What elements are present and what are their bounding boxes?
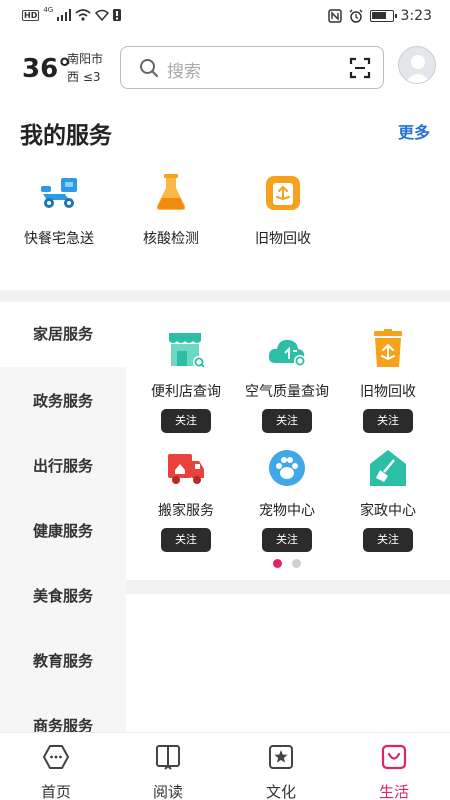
section-divider — [0, 290, 450, 302]
signal-type: 4G — [43, 6, 54, 14]
follow-button[interactable]: 关注 — [161, 528, 211, 552]
tab-label: 文化 — [265, 783, 296, 800]
panel-divider — [126, 580, 450, 594]
signal-icon — [57, 9, 72, 21]
category-health-services[interactable]: 健康服务 — [0, 499, 126, 564]
quick-service-label: 快餐宅急送 — [24, 231, 94, 247]
category-travel-services[interactable]: 出行服务 — [0, 434, 126, 499]
service-air-quality[interactable]: 空气质量查询 关注 — [233, 329, 341, 433]
weather-info: 南阳市 西 ≤3 — [67, 50, 103, 86]
category-education-services[interactable]: 教育服务 — [0, 629, 126, 694]
header: 36° 南阳市 西 ≤3 搜索 — [0, 44, 450, 92]
store-icon — [169, 333, 205, 368]
tab-home[interactable]: 首页 — [0, 743, 112, 800]
tab-culture[interactable]: 文化 — [225, 743, 337, 800]
quick-service-nucleic-test[interactable]: 核酸检测 — [116, 172, 226, 248]
category-food-services[interactable]: 美食服务 — [0, 564, 126, 629]
quick-service-label: 旧物回收 — [255, 231, 311, 247]
category-home-services[interactable]: 家居服务 — [0, 302, 126, 367]
follow-button[interactable]: 关注 — [262, 409, 312, 433]
service-pet-center[interactable]: 宠物中心 关注 — [233, 448, 341, 552]
tab-reading[interactable]: 阅读 — [112, 743, 224, 800]
wifi-icon — [75, 9, 91, 21]
home-icon — [43, 745, 69, 769]
user-avatar-icon — [405, 55, 431, 83]
follow-button[interactable]: 关注 — [161, 409, 211, 433]
service-label: 空气质量查询 — [245, 384, 329, 400]
alert-icon — [113, 9, 122, 21]
tab-label: 生活 — [378, 783, 409, 800]
service-label: 家政中心 — [360, 503, 416, 519]
search-bar[interactable]: 搜索 — [120, 46, 384, 89]
tab-life[interactable]: 生活 — [338, 743, 450, 800]
test-tube-icon — [156, 174, 186, 210]
recycle-bin-icon — [266, 176, 300, 210]
category-business-services[interactable]: 商务服务 — [0, 694, 126, 732]
tab-label: 首页 — [40, 783, 71, 800]
search-input[interactable]: 搜索 — [167, 57, 201, 82]
paw-icon — [269, 450, 305, 486]
follow-button[interactable]: 关注 — [363, 409, 413, 433]
status-bar: HD 4G 3:23 — [0, 0, 450, 34]
life-icon — [381, 744, 407, 770]
page-dot — [292, 559, 301, 568]
air-cloud-icon — [268, 339, 306, 367]
tab-label: 阅读 — [152, 783, 183, 800]
bottom-tab-bar: 首页 阅读 文化 生活 — [0, 732, 450, 800]
book-icon — [156, 745, 180, 770]
wind-info: 西 ≤3 — [67, 70, 101, 84]
temperature: 36° — [22, 54, 72, 84]
quick-service-recycle[interactable]: 旧物回收 — [228, 172, 338, 248]
nfc-icon — [327, 9, 342, 23]
more-link[interactable]: 更多 — [398, 119, 430, 143]
scan-icon[interactable] — [349, 57, 371, 79]
culture-icon — [269, 745, 293, 769]
cleaning-house-icon — [370, 450, 406, 486]
avatar[interactable] — [398, 46, 436, 84]
category-sidebar: 家居服务 政务服务 出行服务 健康服务 美食服务 教育服务 商务服务 — [0, 302, 126, 732]
delivery-scooter-icon — [41, 178, 77, 208]
service-label: 搬家服务 — [158, 503, 214, 519]
quick-service-label: 核酸检测 — [143, 231, 199, 247]
clock: 3:23 — [400, 8, 432, 24]
my-services-title: 我的服务 — [20, 123, 112, 149]
moving-truck-icon — [168, 454, 204, 484]
service-moving[interactable]: 搬家服务 关注 — [132, 448, 240, 552]
city-name: 南阳市 — [67, 52, 104, 66]
service-recycle[interactable]: 旧物回收 关注 — [334, 329, 442, 433]
hotspot-icon — [95, 9, 110, 21]
recycle-bin-icon — [374, 329, 402, 367]
service-housekeeping[interactable]: 家政中心 关注 — [334, 448, 442, 552]
follow-button[interactable]: 关注 — [262, 528, 312, 552]
battery-icon — [369, 10, 397, 22]
service-label: 宠物中心 — [259, 503, 315, 519]
service-label: 便利店查询 — [151, 384, 221, 400]
search-icon — [140, 59, 159, 78]
hd-badge: HD — [22, 9, 40, 21]
alarm-icon — [349, 9, 363, 23]
service-grid: 便利店查询 关注 空气质量查询 关注 旧物回收 关注 搬家服务 关注 宠物中心 … — [126, 302, 450, 580]
follow-button[interactable]: 关注 — [363, 528, 413, 552]
page-dot-active — [273, 559, 282, 568]
service-label: 旧物回收 — [360, 384, 416, 400]
service-convenience-store[interactable]: 便利店查询 关注 — [132, 329, 240, 433]
quick-service-delivery[interactable]: 快餐宅急送 — [4, 172, 114, 248]
page-indicator — [273, 559, 301, 568]
category-government-services[interactable]: 政务服务 — [0, 369, 126, 434]
